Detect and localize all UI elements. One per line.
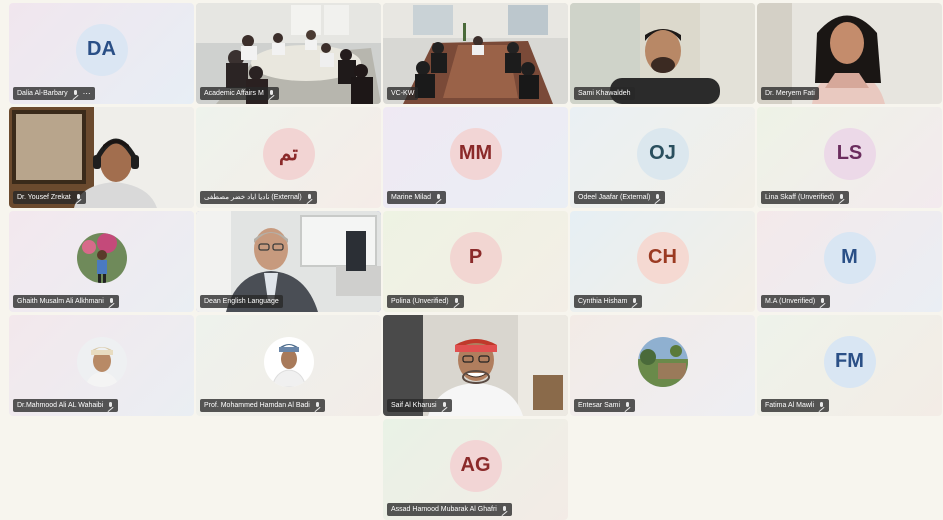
participant-tile[interactable]: Academic Affairs M [196, 3, 381, 104]
participant-name-label: Entesar Sami [574, 399, 636, 412]
mic-muted-icon [72, 89, 79, 98]
participant-tile[interactable]: تم ناديا اياد خضر مصطفى (External) [196, 107, 381, 208]
avatar [76, 232, 127, 283]
participant-name-label: M.A (Unverified) [761, 295, 831, 308]
participant-name-label: Assad Hamood Mubarak Al Ghafri [387, 503, 512, 516]
mic-muted-icon [624, 401, 631, 410]
participant-name: Marine Milad [391, 194, 432, 201]
participant-tile[interactable]: M M.A (Unverified) [757, 211, 942, 312]
participant-tile[interactable]: MM Marine Milad [383, 107, 568, 208]
participant-tile[interactable]: Dr. Yousef Zrekat [9, 107, 194, 208]
mic-muted-icon [654, 193, 661, 202]
participant-tile[interactable]: OJ Odeel Jaafar (External) [570, 107, 755, 208]
participant-name-label: Cynthia Hisham [574, 295, 643, 308]
avatar: M [823, 231, 876, 284]
participant-name: Dr. Yousef Zrekat [17, 194, 71, 201]
participant-name-label: ناديا اياد خضر مصطفى (External) [200, 191, 317, 204]
participant-name: VC-KW [391, 90, 415, 97]
participant-name: Prof. Mohammed Hamdan Al Badi [204, 402, 310, 409]
participant-name-label: Dr. Yousef Zrekat [13, 191, 86, 204]
participant-name-label: Polina (Unverified) [387, 295, 464, 308]
mic-muted-icon [306, 193, 313, 202]
participant-name: Cynthia Hisham [578, 298, 628, 305]
participant-tile[interactable]: DA Dalia Al-Barbary ⋯ [9, 3, 194, 104]
participant-tile[interactable]: Dr.Mahmood Ali AL Wahaibi [9, 315, 194, 416]
mic-muted-icon [838, 193, 845, 202]
mic-muted-icon [453, 297, 460, 306]
participant-tile[interactable]: CH Cynthia Hisham [570, 211, 755, 312]
participant-tile[interactable]: AG Assad Hamood Mubarak Al Ghafri [383, 419, 568, 520]
avatar: DA [75, 23, 128, 76]
participant-name: Odeel Jaafar (External) [578, 194, 651, 201]
avatar [637, 336, 688, 387]
avatar: OJ [636, 127, 689, 180]
mic-muted-icon [819, 297, 826, 306]
participant-name: Fatima Al Mawli [765, 402, 815, 409]
participant-tile[interactable]: Sami Khawaldeh [570, 3, 755, 104]
mic-muted-icon [818, 401, 825, 410]
participant-tile[interactable]: Ghaith Musalm Ali Alkhmani [9, 211, 194, 312]
participant-name: M.A (Unverified) [765, 298, 816, 305]
mic-muted-icon [435, 193, 442, 202]
avatar: تم [262, 127, 315, 180]
participant-tile[interactable]: Dr. Meryem Fati [757, 3, 942, 104]
participant-name: Entesar Sami [578, 402, 621, 409]
participant-tile-active-speaker[interactable]: Dean English Language [196, 211, 381, 312]
participant-name-label: Fatima Al Mawli [761, 399, 830, 412]
participant-name-label: Prof. Mohammed Hamdan Al Badi [200, 399, 325, 412]
participant-name: Dalia Al-Barbary [17, 90, 68, 97]
participant-name-label: Saif Al Kharusi [387, 399, 452, 412]
participant-tile[interactable]: Saif Al Kharusi [383, 315, 568, 416]
participant-name-label: VC-KW [387, 87, 419, 100]
participant-tile[interactable]: Entesar Sami [570, 315, 755, 416]
mic-muted-icon [501, 505, 508, 514]
avatar: LS [823, 127, 876, 180]
participant-name-label: Dr.Mahmood Ali AL Wahaibi [13, 399, 119, 412]
participant-name-label: Dalia Al-Barbary ⋯ [13, 87, 95, 100]
participant-name: Saif Al Kharusi [391, 402, 437, 409]
participant-tile[interactable]: LS Lina Skaff (Unverified) [757, 107, 942, 208]
participant-name-label: Academic Affairs M [200, 87, 279, 100]
participant-name: ناديا اياد خضر مصطفى (External) [204, 194, 302, 201]
mic-muted-icon [314, 401, 321, 410]
participant-tile[interactable]: VC-KW [383, 3, 568, 104]
mic-muted-icon [268, 89, 275, 98]
participant-name: Academic Affairs M [204, 90, 264, 97]
participant-name-label: Ghaith Musalm Ali Alkhmani [13, 295, 119, 308]
participant-tile[interactable]: FM Fatima Al Mawli [757, 315, 942, 416]
participant-name: Sami Khawaldeh [578, 90, 631, 97]
mic-muted-icon [108, 297, 115, 306]
participant-tile[interactable]: Prof. Mohammed Hamdan Al Badi [196, 315, 381, 416]
participant-tile[interactable]: P Polina (Unverified) [383, 211, 568, 312]
mic-muted-icon [441, 401, 448, 410]
avatar: MM [449, 127, 502, 180]
mic-muted-icon [107, 401, 114, 410]
participant-name-label: Odeel Jaafar (External) [574, 191, 666, 204]
mic-muted-icon [75, 193, 82, 202]
avatar: CH [636, 231, 689, 284]
avatar [76, 336, 127, 387]
participant-name: Dr. Meryem Fati [765, 90, 815, 97]
participant-name: Assad Hamood Mubarak Al Ghafri [391, 506, 497, 513]
avatar: FM [823, 335, 876, 388]
participant-name-label: Dean English Language [200, 295, 283, 308]
avatar [263, 336, 314, 387]
participant-name-label: Sami Khawaldeh [574, 87, 635, 100]
mic-muted-icon [631, 297, 638, 306]
participant-name: Dr.Mahmood Ali AL Wahaibi [17, 402, 104, 409]
participant-name: Dean English Language [204, 298, 279, 305]
participant-name: Ghaith Musalm Ali Alkhmani [17, 298, 104, 305]
participant-name-label: Marine Milad [387, 191, 447, 204]
participant-name: Polina (Unverified) [391, 298, 449, 305]
participant-name-label: Dr. Meryem Fati [761, 87, 819, 100]
avatar: AG [449, 439, 502, 492]
participant-name-label: Lina Skaff (Unverified) [761, 191, 850, 204]
more-options-icon[interactable]: ⋯ [83, 87, 91, 100]
participant-name: Lina Skaff (Unverified) [765, 194, 835, 201]
avatar: P [449, 231, 502, 284]
